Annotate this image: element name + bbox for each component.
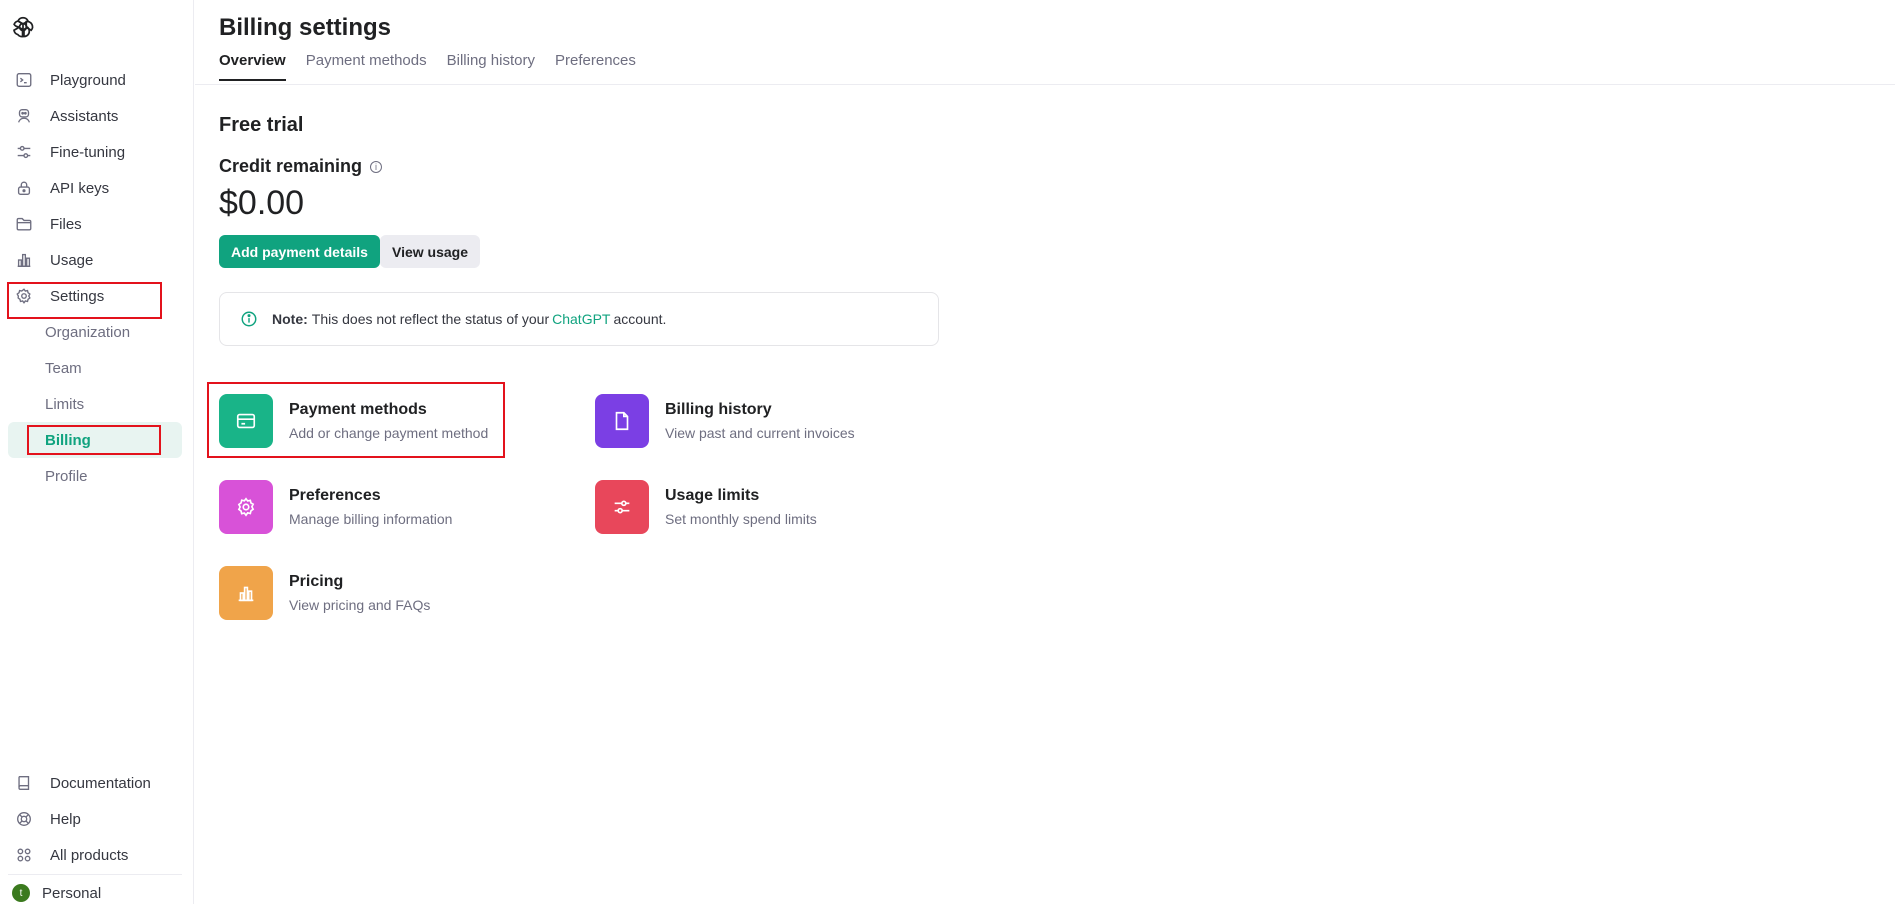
note-banner: Note: This does not reflect the status o… xyxy=(219,292,939,346)
tab-overview[interactable]: Overview xyxy=(219,52,286,81)
card-description: Add or change payment method xyxy=(289,425,489,441)
note-text-end: account. xyxy=(613,311,667,327)
sidebar-item-profile[interactable]: Profile xyxy=(8,458,182,494)
card-title: Payment methods xyxy=(289,401,427,418)
sidebar-item-playground[interactable]: Playground xyxy=(8,62,182,98)
billing-tabs: Overview Payment methods Billing history… xyxy=(219,52,636,81)
bar-chart-icon xyxy=(219,566,273,620)
card-description: View pricing and FAQs xyxy=(289,597,431,613)
card-title: Usage limits xyxy=(665,487,760,504)
gear-icon xyxy=(219,480,273,534)
payment-methods-card[interactable]: Payment methods Add or change payment me… xyxy=(219,394,488,448)
sidebar-item-assistants[interactable]: Assistants xyxy=(8,98,182,134)
credit-card-icon xyxy=(219,394,273,448)
chatgpt-link[interactable]: ChatGPT xyxy=(552,311,610,327)
card-title: Pricing xyxy=(289,573,344,590)
robot-icon xyxy=(14,106,34,126)
grid-icon xyxy=(14,845,34,865)
billing-history-card[interactable]: Billing history View past and current in… xyxy=(595,394,855,448)
document-icon xyxy=(595,394,649,448)
card-title: Billing history xyxy=(665,401,772,418)
openai-logo-icon[interactable] xyxy=(10,14,36,40)
sidebar-item-billing[interactable]: Billing xyxy=(8,422,182,458)
credit-label: Credit remaining i xyxy=(219,156,383,177)
sidebar-item-label: Usage xyxy=(50,251,94,269)
sidebar-item-team[interactable]: Team xyxy=(8,350,182,386)
bottom-nav: Documentation Help All products xyxy=(8,765,182,873)
sliders-icon xyxy=(14,142,34,162)
card-description: Manage billing information xyxy=(289,511,453,527)
credit-label-text: Credit remaining xyxy=(219,156,363,176)
account-switcher[interactable]: t Personal xyxy=(12,884,101,902)
bar-chart-icon xyxy=(14,250,34,270)
tab-preferences[interactable]: Preferences xyxy=(555,52,636,81)
tabs-divider xyxy=(195,84,1895,85)
sidebar-item-help[interactable]: Help xyxy=(8,801,182,837)
sidebar-item-label: Fine-tuning xyxy=(50,143,126,161)
note-prefix: Note: xyxy=(272,311,308,327)
sidebar-item-limits[interactable]: Limits xyxy=(8,386,182,422)
lifebuoy-icon xyxy=(14,809,34,829)
plan-title: Free trial xyxy=(219,114,304,136)
sidebar-item-settings[interactable]: Settings xyxy=(8,278,182,314)
sliders-icon xyxy=(595,480,649,534)
sidebar: Playground Assistants Fine-tuning API ke… xyxy=(0,0,194,904)
usage-limits-card[interactable]: Usage limits Set monthly spend limits xyxy=(595,480,817,534)
sidebar-item-label: Documentation xyxy=(50,774,151,792)
sidebar-item-organization[interactable]: Organization xyxy=(8,314,182,350)
gear-icon xyxy=(14,286,34,306)
sidebar-item-documentation[interactable]: Documentation xyxy=(8,765,182,801)
sidebar-item-label: API keys xyxy=(50,179,110,197)
sidebar-item-label: Files xyxy=(50,215,82,233)
sidebar-item-fine-tuning[interactable]: Fine-tuning xyxy=(8,134,182,170)
book-icon xyxy=(14,773,34,793)
note-text: This does not reflect the status of your xyxy=(311,311,550,327)
lock-icon xyxy=(14,178,34,198)
card-description: Set monthly spend limits xyxy=(665,511,817,527)
account-label: Personal xyxy=(42,884,102,902)
terminal-icon xyxy=(14,70,34,90)
tab-payment-methods[interactable]: Payment methods xyxy=(306,52,427,81)
view-usage-button[interactable]: View usage xyxy=(380,235,481,268)
sidebar-item-files[interactable]: Files xyxy=(8,206,182,242)
sidebar-item-label: Settings xyxy=(50,287,105,305)
add-payment-details-button[interactable]: Add payment details xyxy=(219,235,380,268)
info-icon xyxy=(240,310,258,328)
sidebar-item-label: All products xyxy=(50,846,129,864)
pricing-card[interactable]: Pricing View pricing and FAQs xyxy=(219,566,430,620)
sidebar-item-usage[interactable]: Usage xyxy=(8,242,182,278)
card-title: Preferences xyxy=(289,487,381,504)
info-icon[interactable]: i xyxy=(370,160,383,173)
sidebar-item-label: Help xyxy=(50,810,81,828)
sidebar-item-label: Assistants xyxy=(50,107,119,125)
sidebar-item-label: Playground xyxy=(50,71,126,89)
tab-billing-history[interactable]: Billing history xyxy=(447,52,535,81)
card-description: View past and current invoices xyxy=(665,425,855,441)
main-nav: Playground Assistants Fine-tuning API ke… xyxy=(8,62,182,494)
credit-value: $0.00 xyxy=(219,184,305,222)
folder-icon xyxy=(14,214,34,234)
sidebar-item-all-products[interactable]: All products xyxy=(8,837,182,873)
page-title: Billing settings xyxy=(219,14,392,41)
avatar: t xyxy=(12,884,30,902)
sidebar-item-api-keys[interactable]: API keys xyxy=(8,170,182,206)
preferences-card[interactable]: Preferences Manage billing information xyxy=(219,480,452,534)
sidebar-divider xyxy=(8,874,182,875)
